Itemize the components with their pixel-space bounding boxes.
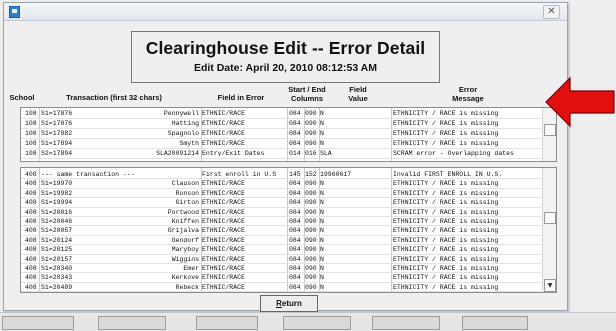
cell-start: 084 [289, 120, 301, 127]
column-header-error-line2: Message [452, 94, 484, 103]
error-grid-upper[interactable]: 108 S1=17876 Pennywell ETHNIC/RACE 084 090 N ET… [20, 107, 557, 162]
cell-school: 108 [25, 130, 37, 137]
row-divider [21, 158, 541, 159]
column-header-transaction: Transaction (first 32 chars) [66, 93, 162, 102]
cell-trans: S1=17882 [41, 130, 73, 137]
cell-field: ETHNIC/RACE [202, 110, 245, 117]
cell-school: 108 [25, 150, 37, 157]
cell-end: 016 [305, 150, 317, 157]
cell-value: SLA [320, 150, 332, 157]
cell-field: ETHNIC/RACE [202, 140, 245, 147]
page-title: Clearinghouse Edit -- Error Detail [145, 38, 426, 58]
cell-end: 090 [305, 140, 317, 147]
title-bar: ✕ [4, 3, 567, 21]
cell-name: SLA20091214 [156, 150, 199, 157]
cell-school: 108 [25, 140, 37, 147]
cell-value: N [320, 140, 324, 147]
table-row[interactable]: 108 S1=17876 Pennywell ETHNIC/RACE 084 090 N ET… [21, 109, 541, 118]
app-icon [9, 6, 20, 18]
return-button[interactable]: Return [260, 295, 318, 312]
cell-message: ETHNICITY / RACE is missing [393, 110, 499, 117]
error-detail-window: ✕ Clearinghouse Edit -- Error Detail Edi… [3, 2, 568, 312]
cell-message: ETHNICITY / RACE is missing [393, 120, 499, 127]
column-header-field-value-line2: Value [348, 94, 368, 103]
table-row[interactable]: 108 S1=17882 Spagnolo ETHNIC/RACE 084 090 N ETH… [21, 129, 541, 138]
cell-message: ETHNICITY / RACE is missing [393, 130, 499, 137]
taskbar-item-1[interactable] [2, 316, 74, 330]
cell-end: 090 [305, 110, 317, 117]
cell-message: ETHNICITY / RACE is missing [393, 140, 499, 147]
edit-date: Edit Date: April 20, 2010 08:12:53 AM [193, 62, 378, 74]
cell-value: N [320, 120, 324, 127]
column-header-field-value-line1: Field [349, 85, 367, 94]
cell-field: ETHNIC/RACE [202, 120, 245, 127]
column-header-start-end-line1: Start / End [288, 85, 326, 94]
taskbar-item-2[interactable] [98, 316, 166, 330]
report-header: Clearinghouse Edit -- Error Detail Edit … [131, 31, 440, 83]
cell-field: ETHNIC/RACE [202, 130, 245, 137]
table-row[interactable]: 108 S1=17894 Smyth ETHNIC/RACE 084 090 N ETHNIC… [21, 139, 541, 148]
cell-name: Spagnolo [167, 130, 199, 137]
cell-start: 014 [289, 150, 301, 157]
taskbar-item-4[interactable] [283, 316, 351, 330]
column-header-error-message: Error Message [398, 85, 538, 103]
cell-start: 084 [289, 130, 301, 137]
taskbar [0, 312, 616, 331]
row-divider [21, 291, 541, 292]
column-header-field-value: Field Value [332, 85, 384, 103]
error-grid-lower[interactable]: 408 --- same transaction --- First enroll … [20, 167, 557, 293]
arrow-left-icon [545, 76, 615, 128]
cell-trans: S2=17894 [41, 150, 73, 157]
taskbar-item-6[interactable] [462, 316, 528, 330]
cell-name: Smyth [179, 140, 199, 147]
cell-start: 084 [289, 140, 301, 147]
taskbar-item-5[interactable] [372, 316, 440, 330]
taskbar-item-3[interactable] [196, 316, 258, 330]
column-header-start-end-line2: Columns [290, 94, 324, 103]
lower-scrollbar[interactable]: ▼ [542, 168, 556, 292]
table-row[interactable]: 108 S1=17876 Hatting ETHNIC/RACE 084 090 N ETHN… [21, 119, 541, 128]
lower-scroll-thumb[interactable] [544, 212, 556, 224]
cell-school: 108 [25, 120, 37, 127]
cell-trans: S1=17876 [41, 120, 73, 127]
table-row[interactable]: 108 S2=17894 SLA20091214 Entry/Exit Dates 01… [21, 149, 541, 158]
scroll-down-button[interactable]: ▼ [544, 279, 556, 292]
return-button-label: eturn [281, 299, 302, 308]
cell-message: SCRAM error - Overlapping dates [393, 150, 514, 157]
cell-value: N [320, 110, 324, 117]
cell-trans: S1=17894 [41, 140, 73, 147]
cell-start: 084 [289, 110, 301, 117]
column-header-school: School [9, 93, 35, 102]
cell-end: 090 [305, 120, 317, 127]
cell-end: 090 [305, 130, 317, 137]
cell-value: N [320, 130, 324, 137]
cell-name: Pennywell [163, 110, 199, 117]
cell-field: Entry/Exit Dates [202, 150, 265, 157]
cell-trans: S1=17876 [41, 110, 73, 117]
column-header-field-in-error: Field in Error [217, 93, 265, 102]
cell-name: Hatting [171, 120, 199, 127]
column-header-start-end: Start / End Columns [284, 85, 330, 103]
cell-school: 108 [25, 110, 37, 117]
column-header-error-line1: Error [458, 85, 478, 94]
close-button[interactable]: ✕ [543, 5, 560, 19]
